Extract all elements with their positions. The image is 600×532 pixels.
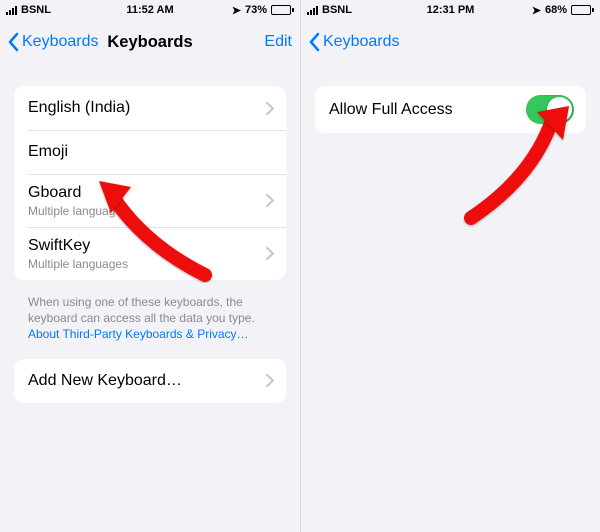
clock: 11:52 AM xyxy=(0,4,300,16)
privacy-link[interactable]: About Third-Party Keyboards & Privacy… xyxy=(28,327,249,341)
add-keyboard-row[interactable]: Add New Keyboard… xyxy=(14,359,286,403)
back-button[interactable]: Keyboards xyxy=(309,32,400,52)
privacy-footer: When using one of these keyboards, the k… xyxy=(28,294,272,343)
allow-full-access-toggle[interactable] xyxy=(526,95,574,124)
chevron-right-icon xyxy=(266,102,274,115)
allow-full-access-row: Allow Full Access xyxy=(315,86,586,133)
back-label: Keyboards xyxy=(22,33,99,51)
chevron-right-icon xyxy=(266,247,274,260)
row-label: Emoji xyxy=(28,142,68,162)
nav-bar: Keyboards Keyboards Edit xyxy=(0,20,300,64)
row-label: Add New Keyboard… xyxy=(28,371,182,391)
keyboards-list: English (India) Emoji Gboard Multiple la… xyxy=(14,86,286,280)
chevron-left-icon xyxy=(309,32,321,52)
chevron-right-icon xyxy=(266,194,274,207)
full-access-group: Allow Full Access xyxy=(315,86,586,133)
keyboard-row-english[interactable]: English (India) xyxy=(14,86,286,130)
row-label: English (India) xyxy=(28,98,130,118)
keyboard-row-gboard[interactable]: Gboard Multiple languages xyxy=(14,174,286,227)
keyboard-row-swiftkey[interactable]: SwiftKey Multiple languages xyxy=(14,227,286,280)
toggle-knob xyxy=(547,97,572,122)
edit-button[interactable]: Edit xyxy=(264,33,292,51)
add-keyboard-group: Add New Keyboard… xyxy=(14,359,286,403)
footer-text: When using one of these keyboards, the k… xyxy=(28,295,255,325)
left-screen: BSNL 11:52 AM ➤ 73% Keyboards Keyboards … xyxy=(0,0,300,532)
row-label: Gboard xyxy=(28,183,128,203)
keyboard-row-emoji[interactable]: Emoji xyxy=(14,130,286,174)
chevron-left-icon xyxy=(8,32,20,52)
row-subtitle: Multiple languages xyxy=(28,204,128,218)
status-bar: BSNL 11:52 AM ➤ 73% xyxy=(0,0,300,20)
clock: 12:31 PM xyxy=(301,4,600,16)
row-label: Allow Full Access xyxy=(329,100,453,120)
battery-icon xyxy=(571,5,594,15)
status-bar: BSNL 12:31 PM ➤ 68% xyxy=(301,0,600,20)
row-subtitle: Multiple languages xyxy=(28,257,128,271)
battery-icon xyxy=(271,5,294,15)
right-screen: BSNL 12:31 PM ➤ 68% Keyboards Allow Full… xyxy=(300,0,600,532)
row-label: SwiftKey xyxy=(28,236,128,256)
back-label: Keyboards xyxy=(323,33,400,51)
nav-bar: Keyboards xyxy=(301,20,600,64)
back-button[interactable]: Keyboards xyxy=(8,32,99,52)
chevron-right-icon xyxy=(266,374,274,387)
